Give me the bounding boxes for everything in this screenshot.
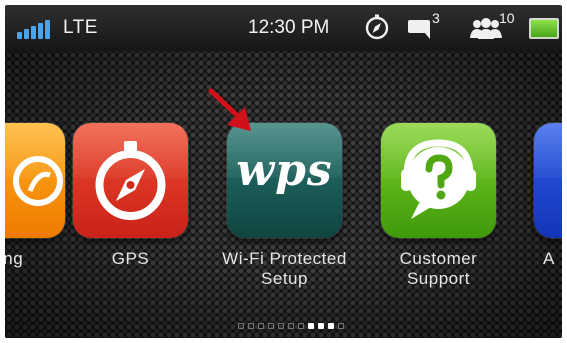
compass-icon[interactable]: [364, 14, 390, 40]
app-label-wps: Wi-Fi Protected Setup: [197, 249, 372, 289]
app-tile-partial-right[interactable]: [534, 123, 562, 238]
app-label-wps-line1: Wi-Fi Protected: [222, 249, 347, 268]
app-label-partial-left: ing: [5, 249, 24, 268]
app-tile-wps[interactable]: wps: [227, 123, 342, 238]
page-indicator-dot[interactable]: [338, 323, 344, 329]
network-type: LTE: [63, 17, 98, 38]
page-indicator-dot[interactable]: [248, 323, 254, 329]
page-indicator-dot[interactable]: [258, 323, 264, 329]
partial-app-icon: [13, 156, 63, 206]
page-indicator-dot[interactable]: [308, 323, 314, 329]
app-label-customer-support: Customer Support: [366, 249, 511, 289]
group-users-icon[interactable]: [469, 16, 503, 40]
app-label-wps-line2: Setup: [261, 269, 308, 288]
app-label-partial-right: A: [543, 249, 555, 268]
contacts-count-badge: 10: [499, 10, 515, 26]
page-indicator-dot[interactable]: [238, 323, 244, 329]
app-label-gps: GPS: [111, 249, 150, 268]
signal-bars-icon: [17, 17, 57, 39]
wps-logo-text: wps: [236, 145, 333, 196]
message-bubble-icon[interactable]: [406, 17, 434, 41]
status-bar: LTE 12:30 PM 3 10: [5, 5, 562, 51]
device-screen: LTE 12:30 PM 3 10 ng GPS wps Wi-Fi Prote…: [5, 5, 562, 338]
app-tile-gps[interactable]: [73, 123, 188, 238]
compass-icon: [95, 141, 166, 220]
pointer-arrow-icon: [208, 88, 251, 131]
app-label-cs-line1: Customer: [399, 249, 478, 268]
page-indicator-dot[interactable]: [268, 323, 274, 329]
message-count-badge: 3: [432, 10, 440, 26]
page-indicator-dot[interactable]: [298, 323, 304, 329]
page-indicator-dot[interactable]: [328, 323, 334, 329]
page-indicator-dot[interactable]: [318, 323, 324, 329]
app-tile-partial-left[interactable]: [5, 123, 65, 238]
app-label-cs-line2: Support: [406, 269, 471, 288]
clock: 12:30 PM: [248, 17, 330, 38]
page-indicator-dot[interactable]: [278, 323, 284, 329]
page-indicator-dot[interactable]: [288, 323, 294, 329]
app-tile-customer-support[interactable]: [381, 123, 496, 238]
app-carousel[interactable]: ing GPS wps Wi-Fi Protected Setup: [5, 51, 562, 338]
battery-icon: [529, 18, 559, 39]
headset-question-icon: [401, 139, 476, 219]
